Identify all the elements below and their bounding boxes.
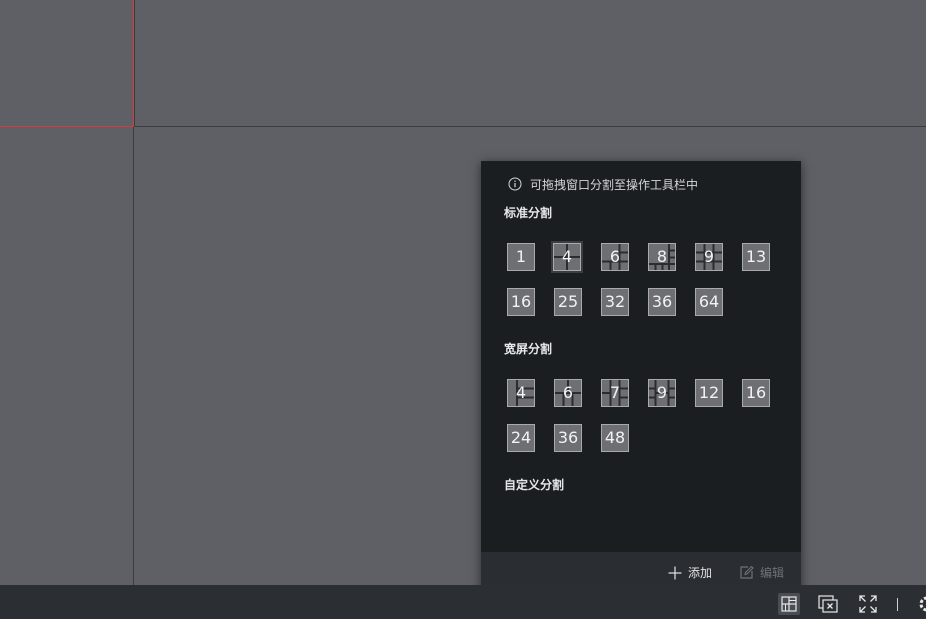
standard-split-title: 标准分割	[504, 206, 553, 220]
standard-layout-13-button[interactable]: 13	[740, 241, 772, 273]
close-all-windows-button[interactable]	[818, 594, 838, 614]
widescreen-layout-12-button[interactable]: 12	[693, 377, 725, 409]
standard-layout-4-button[interactable]: 4	[551, 241, 583, 273]
standard-layout-1-button[interactable]: 1	[505, 241, 537, 273]
hint-row: 可拖拽窗口分割至操作工具栏中	[508, 176, 698, 192]
split-layout-icon	[781, 596, 797, 612]
bottom-toolbar	[0, 585, 926, 619]
widescreen-layout-6-button[interactable]: 6	[552, 377, 584, 409]
edit-label: 编辑	[760, 566, 785, 580]
widescreen-layout-7-button[interactable]: 7	[599, 377, 631, 409]
hint-text: 可拖拽窗口分割至操作工具栏中	[530, 177, 699, 192]
standard-layout-6-button[interactable]: 6	[599, 241, 631, 273]
split-layout-popup: 可拖拽窗口分割至操作工具栏中 标准分割 1 4 6 8 9 13 16 25 3…	[481, 161, 801, 592]
fullscreen-button[interactable]	[858, 594, 878, 614]
custom-split-title: 自定义分割	[504, 478, 565, 492]
widescreen-split-title: 宽屏分割	[504, 342, 553, 356]
standard-layout-9-button[interactable]: 9	[693, 241, 725, 273]
widescreen-layout-4-button[interactable]: 4	[505, 377, 537, 409]
edit-button[interactable]: 编辑	[739, 564, 784, 581]
widescreen-layout-48-button[interactable]: 48	[599, 422, 631, 454]
standard-layout-16-button[interactable]: 16	[505, 286, 537, 318]
standard-layout-36-button[interactable]: 36	[646, 286, 678, 318]
toolbar-divider	[897, 598, 898, 611]
add-button[interactable]: 添加	[668, 564, 712, 581]
close-window-icon	[818, 595, 838, 613]
fullscreen-icon	[859, 595, 877, 613]
gear-icon	[919, 596, 926, 612]
window-split-button[interactable]	[778, 593, 800, 615]
video-pane-3[interactable]	[0, 127, 134, 585]
add-label: 添加	[688, 566, 713, 580]
video-pane-2[interactable]	[134, 0, 926, 127]
standard-layout-25-button[interactable]: 25	[552, 286, 584, 318]
standard-layout-8-button[interactable]: 8	[646, 241, 678, 273]
widescreen-layout-16-button[interactable]: 16	[740, 377, 772, 409]
info-icon	[508, 177, 522, 191]
plus-icon	[668, 566, 682, 579]
standard-layout-64-button[interactable]: 64	[693, 286, 725, 318]
settings-button[interactable]	[914, 594, 926, 614]
widescreen-layout-36-button[interactable]: 36	[552, 422, 584, 454]
widescreen-layout-9-button[interactable]: 9	[646, 377, 678, 409]
widescreen-layout-24-button[interactable]: 24	[505, 422, 537, 454]
video-pane-1[interactable]	[0, 0, 134, 127]
standard-layout-32-button[interactable]: 32	[599, 286, 631, 318]
edit-icon	[740, 565, 754, 579]
